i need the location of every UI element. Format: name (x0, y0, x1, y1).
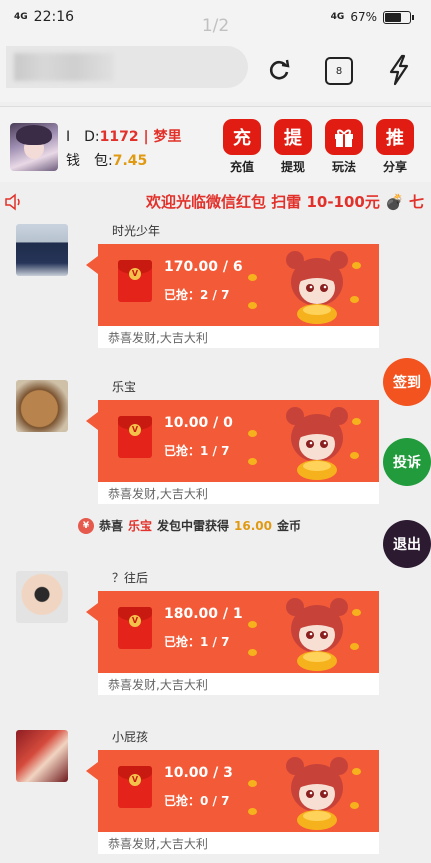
lightning-icon[interactable] (386, 54, 412, 86)
red-envelope-icon (118, 260, 152, 302)
sender-name: 小屁孩 (112, 730, 149, 744)
wallet-balance: 7.45 (112, 153, 148, 169)
packet-amount: 180.00 / 1 (164, 606, 243, 622)
packet-grabbed: 已抢：0 / 7 (164, 794, 230, 808)
wallet-label: 钱 包: (66, 153, 113, 169)
announcement-text: 欢迎光临微信红包 扫雷 10-100元 💣 七 (146, 193, 424, 211)
withdraw-icon: 提 (274, 119, 312, 155)
exit-button[interactable]: 退出 (383, 520, 431, 568)
sender-name: ？往后 (112, 571, 149, 585)
recharge-icon: 充 (223, 119, 261, 155)
packet-grabbed: 已抢：1 / 7 (164, 444, 230, 458)
mascot-girl-icon (286, 598, 348, 671)
red-envelope-icon (118, 607, 152, 649)
mascot-girl-icon (286, 251, 348, 324)
packet-amount: 10.00 / 3 (164, 765, 233, 781)
wallet-row: 钱 包:7.45 (66, 149, 181, 173)
sender-avatar[interactable] (16, 380, 68, 432)
red-packet[interactable]: 10.00 / 3 已抢：0 / 7 (86, 750, 379, 832)
announcement-marquee: 欢迎光临微信红包 扫雷 10-100元 💣 七 (0, 183, 431, 219)
sender-name: 乐宝 (112, 380, 137, 394)
notice-user: 乐宝 (128, 519, 153, 533)
money-bag-icon: ¥ (78, 517, 94, 534)
packet-grabbed: 已抢：2 / 7 (164, 288, 230, 302)
red-packet[interactable]: 170.00 / 6 已抢：2 / 7 (86, 244, 379, 326)
packet-greeting: 恭喜发财,大吉大利 (98, 482, 379, 504)
sender-avatar[interactable] (16, 571, 68, 623)
system-notice: ¥ 恭喜 乐宝 发包中雷获得 16.00 金币 (78, 517, 301, 534)
share-button[interactable]: 推 分享 (375, 119, 415, 175)
sender-avatar[interactable] (16, 224, 68, 276)
user-header: I D:1172 | 梦里 钱 包:7.45 充 充值 提 提现 玩法 推 分享 (0, 106, 431, 182)
packet-greeting: 恭喜发财,大吉大利 (98, 326, 379, 348)
complain-button[interactable]: 投诉 (383, 438, 431, 486)
speaker-icon[interactable] (4, 193, 24, 211)
browser-toolbar: 1/2 8 (0, 16, 431, 102)
packet-amount: 10.00 / 0 (164, 415, 233, 431)
packet-grabbed: 已抢：1 / 7 (164, 635, 230, 649)
packet-greeting: 恭喜发财,大吉大利 (98, 832, 379, 854)
checkin-button[interactable]: 签到 (383, 358, 431, 406)
sender-avatar[interactable] (16, 730, 68, 782)
sender-name: 时光少年 (112, 224, 161, 238)
mascot-girl-icon (286, 407, 348, 480)
user-id-label: I D: (66, 129, 100, 145)
rules-button[interactable]: 玩法 (324, 119, 364, 175)
page-indicator: 1/2 (201, 16, 230, 36)
user-avatar[interactable] (10, 123, 58, 171)
address-bar[interactable] (6, 46, 248, 88)
red-packet[interactable]: 180.00 / 1 已抢：1 / 7 (86, 591, 379, 673)
user-id-value: 1172 | 梦里 (99, 129, 182, 145)
red-envelope-icon (118, 416, 152, 458)
notice-amount: 16.00 (234, 518, 273, 533)
packet-amount: 170.00 / 6 (164, 259, 243, 275)
withdraw-button[interactable]: 提 提现 (273, 119, 313, 175)
share-icon: 推 (376, 119, 414, 155)
mascot-girl-icon (286, 757, 348, 830)
reload-icon[interactable] (265, 56, 293, 84)
tab-switcher-button[interactable]: 8 (325, 57, 353, 85)
recharge-button[interactable]: 充 充值 (222, 119, 262, 175)
red-packet[interactable]: 10.00 / 0 已抢：1 / 7 (86, 400, 379, 482)
red-envelope-icon (118, 766, 152, 808)
gift-icon (325, 119, 363, 155)
user-id-row: I D:1172 | 梦里 (66, 125, 181, 149)
packet-greeting: 恭喜发财,大吉大利 (98, 673, 379, 695)
